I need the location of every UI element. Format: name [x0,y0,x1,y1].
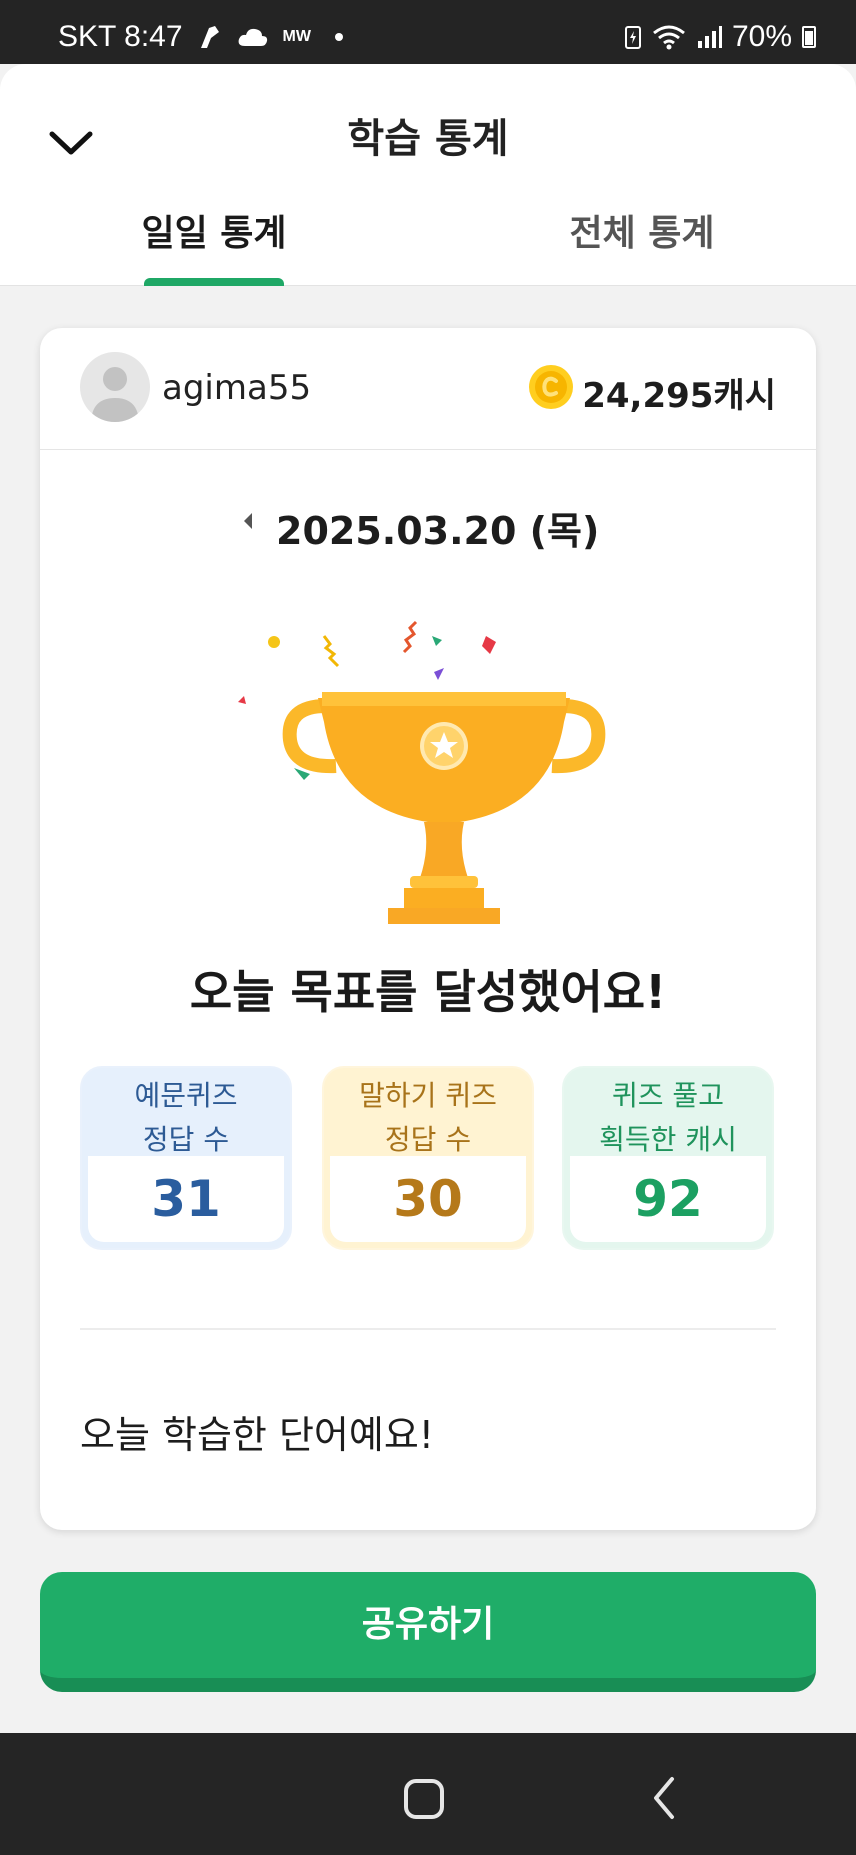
username: agima55 [162,368,312,408]
carrier-time: SKT 8:47 [58,20,183,53]
status-bar: SKT 8:47 MW 70% [0,0,856,64]
system-nav-bar [0,1733,856,1855]
stat-label-line1: 말하기 퀴즈 [359,1079,497,1112]
share-button[interactable]: 공유하기 [40,1572,816,1692]
cloud-icon [238,28,267,46]
notification-dot-icon [334,33,343,41]
selected-date: 2025.03.20 (목) [276,509,600,553]
battery-percent: 70% [731,20,792,53]
stat-label-line1: 예문퀴즈 [134,1079,238,1112]
user-placeholder-icon [91,367,139,422]
example-quiz-correct-stat: 예문퀴즈 정답 수 31 [80,1066,292,1250]
battery-icon [802,26,816,48]
back-icon[interactable] [648,1773,680,1823]
tab-daily-stats[interactable]: 일일 통계 [0,204,428,286]
tab-total-stats[interactable]: 전체 통계 [428,204,856,286]
divider [80,1328,776,1330]
stat-label-line1: 퀴즈 풀고 [612,1079,724,1112]
profile-row: agima55 24,295캐시 [40,328,816,450]
signal-icon [697,26,722,48]
wifi-icon [653,25,685,50]
quiz-cash-earned-stat: 퀴즈 풀고 획득한 캐시 92 [562,1066,774,1250]
date-selector: 2025.03.20 (목) [40,496,816,553]
page-title: 학습 통계 [347,116,509,162]
learned-words-title: 오늘 학습한 단어예요! [80,1413,435,1457]
home-icon[interactable] [400,1775,448,1823]
daily-stats-card: agima55 24,295캐시 2025.03.20 (목) 오늘 목표를 달… [40,328,816,1530]
cash-balance: 24,295캐시 [582,376,776,416]
speaking-quiz-correct-stat: 말하기 퀴즈 정답 수 30 [322,1066,534,1250]
trophy-icon [238,620,606,924]
stat-value: 31 [88,1156,284,1242]
goal-achieved-message: 오늘 목표를 달성했어요! [189,965,667,1019]
caret-left-icon[interactable] [236,506,260,536]
active-tab-indicator [144,278,284,286]
stat-value: 30 [330,1156,526,1242]
network-label: MW [282,28,311,45]
stats-header: 학습 통계 일일 통계 전체 통계 [0,64,856,286]
notification-app-icon [200,26,219,48]
avatar [80,352,150,422]
stat-value: 92 [570,1156,766,1242]
coin-icon [529,365,573,409]
battery-saver-icon [624,26,641,49]
